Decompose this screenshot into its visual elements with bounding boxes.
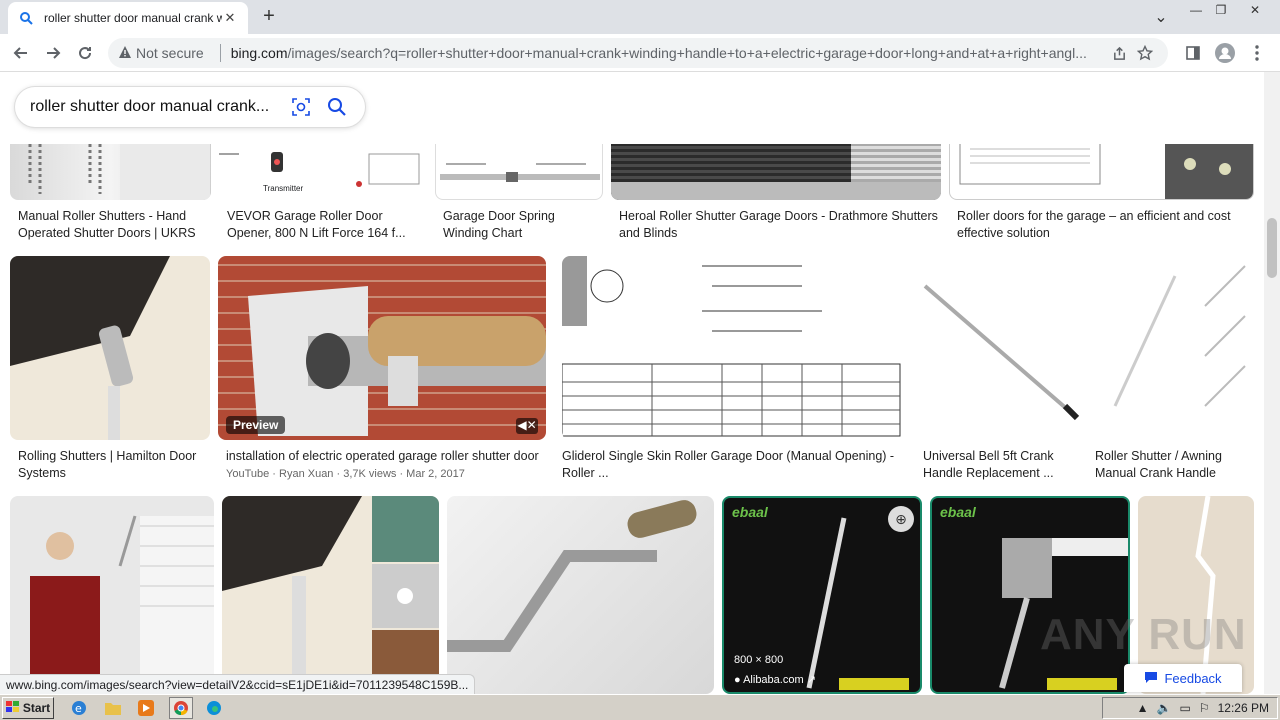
mute-icon[interactable]: ◀✕ — [516, 418, 538, 434]
close-tab-icon[interactable]: ✕ — [222, 10, 238, 26]
result-image[interactable] — [949, 144, 1254, 200]
side-panel-icon[interactable] — [1182, 42, 1204, 64]
search-favicon-icon — [18, 10, 34, 26]
profile-avatar-icon[interactable] — [1214, 42, 1236, 64]
result-image[interactable]: ebaal — [930, 496, 1130, 694]
network-icon[interactable]: ▭ — [1180, 701, 1191, 715]
folder-icon[interactable] — [104, 699, 122, 717]
divider — [219, 44, 221, 62]
tab-strip: roller shutter door manual crank wir ✕ +… — [0, 0, 1280, 34]
result-image[interactable] — [562, 256, 907, 440]
vertical-scrollbar[interactable] — [1264, 72, 1280, 694]
brand-logo: ebaal — [732, 504, 768, 520]
bookmark-star-icon[interactable] — [1132, 45, 1158, 61]
result-caption[interactable]: Roller doors for the garage – an efficie… — [957, 208, 1254, 244]
flag-icon[interactable]: ⚐ — [1199, 701, 1210, 715]
result-image[interactable]: Transmitter — [219, 144, 427, 200]
url-text[interactable]: bing.com/images/search?q=roller+shutter+… — [231, 45, 1106, 61]
result-caption[interactable]: Gliderol Single Skin Roller Garage Door … — [562, 448, 907, 484]
result-caption[interactable]: Heroal Roller Shutter Garage Doors - Dra… — [619, 208, 941, 244]
url-path: /images/search?q=roller+shutter+door+man… — [287, 45, 1087, 61]
ie-icon[interactable]: e — [70, 699, 88, 717]
warning-icon — [118, 45, 132, 62]
start-label: Start — [22, 701, 51, 715]
result-caption[interactable]: Manual Roller Shutters - Hand Operated S… — [18, 208, 208, 244]
image-label-text: Transmitter — [263, 184, 304, 193]
volume-icon[interactable]: 🔈 — [1157, 701, 1172, 715]
result-image[interactable] — [10, 496, 214, 694]
tab-title: roller shutter door manual crank wir — [44, 11, 222, 25]
close-window-button[interactable]: ✕ — [1240, 0, 1270, 20]
tab-search-button[interactable]: ⌄ — [1150, 6, 1172, 28]
watermark-text: ANY RUN — [1040, 610, 1247, 659]
status-bar-url: www.bing.com/images/search?view=detailV2… — [0, 674, 476, 694]
scrollbar-thumb[interactable] — [1267, 218, 1277, 278]
visual-search-icon[interactable] — [283, 92, 319, 122]
result-caption[interactable]: VEVOR Garage Roller Door Opener, 800 N L… — [227, 208, 427, 244]
video-meta: YouTube · Ryan Xuan · 3,7K views · Mar 2… — [226, 468, 465, 480]
security-label: Not secure — [136, 45, 204, 61]
tray-up-arrow-icon[interactable]: ▲ — [1137, 701, 1149, 715]
result-caption[interactable]: Universal Bell 5ft Crank Handle Replacem… — [923, 448, 1083, 484]
search-input[interactable]: roller shutter door manual crank... — [30, 98, 283, 116]
result-image[interactable] — [10, 144, 211, 200]
source-name: Alibaba.com — [743, 674, 804, 686]
forward-arrow-icon — [47, 47, 61, 59]
restore-button[interactable]: ❐ — [1210, 0, 1232, 20]
result-image[interactable] — [10, 256, 210, 440]
result-image[interactable]: ebaal ⊕ 800 × 800 ● Alibaba.com ↗ — [722, 496, 922, 694]
back-button[interactable] — [8, 40, 34, 66]
feedback-icon — [1144, 671, 1158, 686]
taskbar: Start e ▲ 🔈 ▭ ⚐ 12:26 PM — [0, 694, 1280, 720]
result-video[interactable]: Preview ◀✕ — [218, 256, 546, 440]
toolbar: Not secure bing.com/images/search?q=roll… — [0, 34, 1280, 72]
page-content: roller shutter door manual crank... Tran… — [0, 72, 1264, 694]
search-box[interactable]: roller shutter door manual crank... — [15, 87, 365, 127]
back-arrow-icon — [13, 47, 27, 59]
search-icon[interactable] — [319, 92, 355, 122]
preview-badge: Preview — [226, 416, 286, 434]
image-dimensions: 800 × 800 — [734, 654, 784, 666]
minimize-button[interactable]: — — [1184, 0, 1208, 20]
edge-icon[interactable] — [205, 699, 223, 717]
result-image[interactable] — [222, 496, 439, 694]
result-image[interactable] — [915, 256, 1254, 440]
media-player-icon[interactable] — [137, 699, 155, 717]
result-caption[interactable]: Roller Shutter / Awning Manual Crank Han… — [1095, 448, 1254, 484]
result-image[interactable] — [611, 144, 941, 200]
svg-text:e: e — [75, 702, 82, 715]
windows-logo-icon — [5, 700, 20, 716]
brand-logo: ebaal — [940, 504, 976, 520]
reload-icon — [79, 47, 92, 60]
feedback-button[interactable]: Feedback — [1124, 664, 1242, 692]
chrome-icon[interactable] — [169, 697, 193, 719]
result-image[interactable] — [435, 144, 603, 200]
result-caption[interactable]: Rolling Shutters | Hamilton Door Systems — [18, 448, 208, 484]
share-icon[interactable] — [1106, 46, 1132, 61]
result-caption[interactable]: installation of electric operated garage… — [226, 448, 546, 466]
url-host: bing.com — [230, 45, 288, 61]
feedback-label: Feedback — [1164, 670, 1222, 686]
visual-search-button[interactable]: ⊕ — [888, 506, 914, 532]
image-source: ● Alibaba.com ↗ — [734, 674, 816, 686]
address-bar[interactable]: Not secure bing.com/images/search?q=roll… — [108, 38, 1168, 68]
new-tab-button[interactable]: + — [258, 6, 280, 28]
clock[interactable]: 12:26 PM — [1218, 701, 1269, 715]
result-image[interactable] — [447, 496, 714, 694]
browser-tab[interactable]: roller shutter door manual crank wir ✕ — [8, 2, 248, 34]
forward-button[interactable] — [40, 40, 66, 66]
system-tray: ▲ 🔈 ▭ ⚐ 12:26 PM — [1102, 697, 1278, 719]
start-button[interactable]: Start — [2, 697, 54, 719]
menu-kebab-icon[interactable] — [1246, 42, 1268, 64]
reload-button[interactable] — [72, 40, 98, 66]
result-caption[interactable]: Garage Door Spring Winding Chart — [443, 208, 603, 244]
